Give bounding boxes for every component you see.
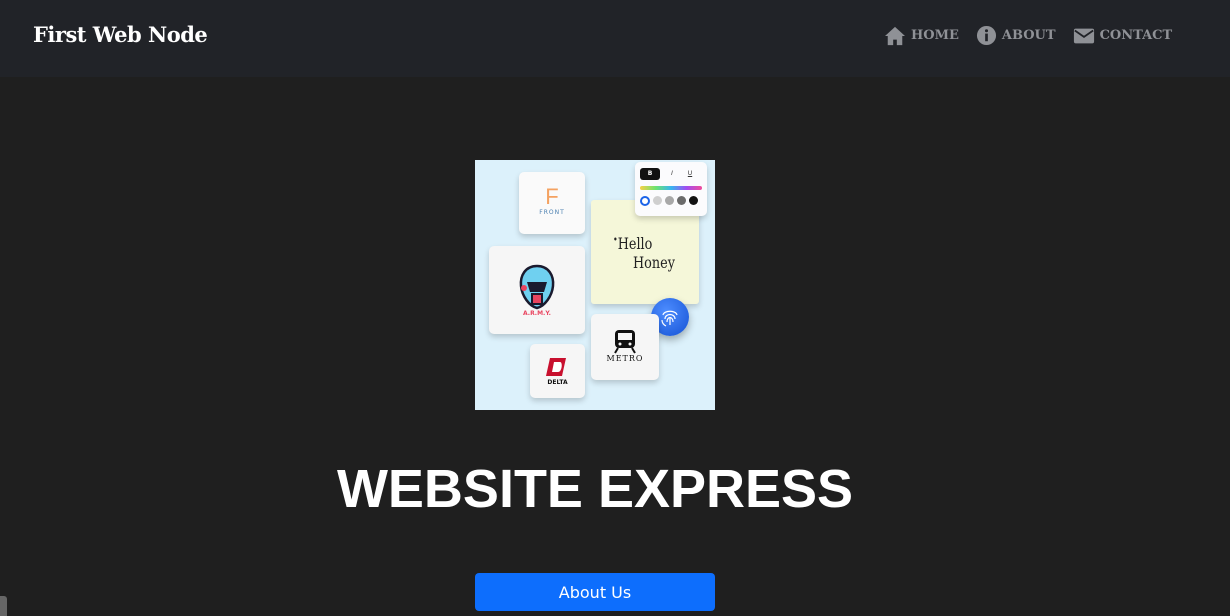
metro-logo-text: METRO (606, 354, 644, 363)
nav-item-home[interactable]: HOME (884, 26, 959, 46)
front-logo-text: FRONT (539, 209, 565, 216)
swatch-light-grey (653, 196, 662, 205)
swatch-black (689, 196, 698, 205)
robot-helmet-icon (519, 264, 555, 310)
front-logo-card: F FRONT (519, 172, 585, 234)
underline-toggle: U (687, 170, 693, 177)
front-logo-letter: F (545, 184, 559, 209)
train-icon (614, 330, 636, 354)
italic-toggle: I (671, 170, 673, 177)
color-gradient-bar (640, 186, 702, 190)
army-logo-text: A.R.M.Y. (523, 310, 551, 317)
hero-illustration: F FRONT A.R.M.Y. •Hello Honey B I U METR… (475, 160, 715, 410)
fingerprint-icon (661, 310, 678, 327)
note-line2: Honey (633, 253, 675, 272)
nav-item-contact[interactable]: CONTACT (1073, 27, 1173, 45)
format-toolbar-card: B I U (635, 162, 707, 216)
metro-logo-card: METRO (591, 314, 659, 380)
info-icon (976, 25, 996, 46)
nav-item-home-label: HOME (911, 28, 959, 43)
page-title: WEBSITE EXPRESS (336, 459, 854, 519)
swatch-dark-grey (677, 196, 686, 205)
brand-logo-link[interactable]: First Web Node (33, 22, 208, 47)
delta-logo-card: DELTA (530, 344, 585, 398)
nav-item-about-label: ABOUT (1001, 28, 1056, 43)
bold-toggle: B (640, 168, 660, 180)
delta-emblem-icon (546, 358, 566, 376)
about-us-button[interactable]: About Us (475, 573, 715, 611)
color-swatches (640, 196, 698, 206)
swatch-grey (665, 196, 674, 205)
note-text-line1: •Hello (613, 234, 653, 253)
scrollbar-handle[interactable] (0, 596, 7, 616)
home-icon (885, 26, 905, 45)
delta-logo-text: DELTA (547, 379, 568, 386)
main-nav: HOME ABOUT CONTACT (884, 25, 1189, 46)
top-navbar: First Web Node HOME ABOUT CONTACT (0, 0, 1230, 77)
army-logo-card: A.R.M.Y. (489, 246, 585, 334)
mail-icon (1073, 28, 1094, 43)
note-line1: Hello (617, 234, 653, 253)
swatch-white (640, 196, 650, 206)
nav-item-about[interactable]: ABOUT (976, 25, 1056, 46)
nav-item-contact-label: CONTACT (1099, 28, 1173, 43)
